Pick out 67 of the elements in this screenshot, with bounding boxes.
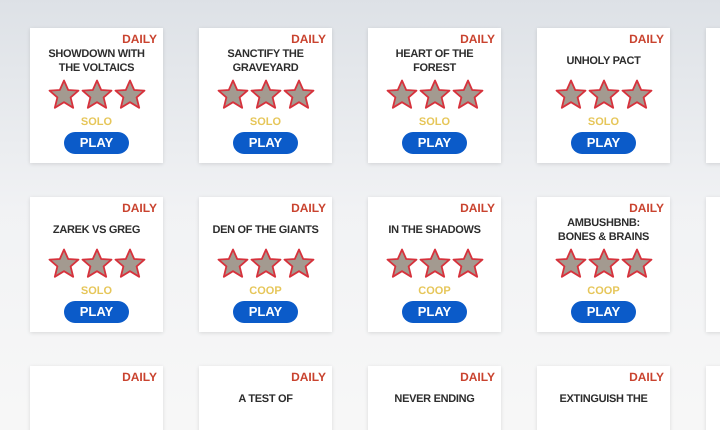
mode-label: COOP — [418, 284, 451, 298]
level-title: THE VOLTAICS — [58, 61, 134, 75]
star-icon — [452, 79, 484, 110]
daily-label: DAILY — [122, 370, 157, 384]
star-icon — [386, 79, 418, 110]
mode-label: SOLO — [588, 115, 620, 129]
star-icon — [216, 248, 248, 279]
star-icon — [80, 248, 112, 279]
star-icon — [386, 248, 418, 279]
daily-label: DAILY — [629, 32, 664, 46]
level-title: NEVER ENDING — [394, 392, 475, 406]
star-icon — [80, 79, 112, 110]
star-icon — [114, 79, 146, 110]
mode-label: SOLO — [80, 115, 112, 129]
star-icon — [452, 248, 484, 279]
star-icon — [588, 248, 620, 279]
daily-label: DAILY — [291, 370, 326, 384]
star-icon — [282, 79, 314, 110]
play-button[interactable]: PLAY — [571, 301, 636, 323]
level-title: FOREST — [413, 61, 456, 75]
star-icon — [48, 248, 80, 279]
daily-label: DAILY — [460, 201, 495, 215]
star-icon — [250, 248, 282, 279]
star-icon — [620, 79, 652, 110]
star-icon — [216, 79, 248, 110]
mode-label: COOP — [587, 284, 620, 298]
play-button[interactable]: PLAY — [233, 301, 298, 323]
daily-label: DAILY — [629, 370, 664, 384]
level-title: AMBUSHBNB: — [567, 216, 640, 230]
daily-label: DAILY — [122, 201, 157, 215]
play-button[interactable]: PLAY — [402, 301, 467, 323]
level-title: ZAREK VS GREG — [52, 223, 140, 237]
level-title: A TEST OF — [238, 392, 293, 406]
daily-label: DAILY — [460, 370, 495, 384]
mode-label: SOLO — [418, 115, 450, 129]
level-title: UNHOLY PACT — [566, 54, 641, 68]
level-title: EXTINGUISH THE — [559, 392, 648, 406]
star-icon — [114, 248, 146, 279]
level-title: SANCTIFY THE — [227, 47, 304, 61]
level-title: DEN OF THE GIANTS — [212, 223, 319, 237]
play-button[interactable]: PLAY — [64, 132, 129, 154]
play-button[interactable]: PLAY — [571, 132, 636, 154]
star-icon — [620, 248, 652, 279]
daily-label: DAILY — [629, 201, 664, 215]
daily-label: DAILY — [291, 201, 326, 215]
star-icon — [418, 248, 450, 279]
daily-label: DAILY — [291, 32, 326, 46]
daily-label: DAILY — [460, 32, 495, 46]
mode-label: SOLO — [250, 115, 282, 129]
star-icon — [418, 79, 450, 110]
level-title: GRAVEYARD — [232, 61, 298, 75]
play-button[interactable]: PLAY — [64, 301, 129, 323]
star-icon — [588, 79, 620, 110]
mode-label: SOLO — [80, 284, 112, 298]
star-icon — [48, 79, 80, 110]
level-title: IN THE SHADOWS — [388, 223, 481, 237]
level-title: BONES & BRAINS — [558, 230, 650, 244]
level-title: HEART OF THE — [396, 47, 474, 61]
play-button[interactable]: PLAY — [233, 132, 298, 154]
level-title: SHOWDOWN WITH — [48, 47, 145, 61]
daily-label: DAILY — [122, 32, 157, 46]
star-icon — [554, 248, 586, 279]
play-button[interactable]: PLAY — [402, 132, 467, 154]
star-icon — [282, 248, 314, 279]
star-icon — [554, 79, 586, 110]
mode-label: COOP — [249, 284, 282, 298]
star-icon — [250, 79, 282, 110]
